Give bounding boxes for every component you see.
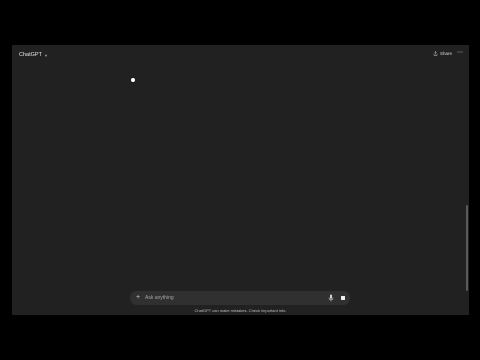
share-icon (433, 51, 438, 56)
model-name: ChatGPT (19, 52, 42, 58)
stop-button[interactable] (337, 292, 349, 304)
prompt-input[interactable] (145, 293, 315, 303)
more-horizontal-icon: ⋯ (457, 50, 464, 56)
stop-icon (341, 296, 345, 300)
disclaimer-text: ChatGPT can make mistakes. Check importa… (194, 308, 287, 313)
response-loading-indicator (131, 78, 135, 82)
share-label: Share (440, 51, 453, 56)
scrollbar-thumb[interactable] (466, 205, 468, 291)
microphone-icon[interactable] (328, 294, 334, 302)
more-options-button[interactable]: ⋯ (457, 50, 464, 56)
top-bar: ChatGPT ▼ Share ⋯ (12, 45, 469, 67)
chat-window: ChatGPT ▼ Share ⋯ + ChatGPT can make mis… (12, 45, 469, 315)
share-button[interactable]: Share (433, 51, 452, 56)
plus-icon[interactable]: + (136, 293, 140, 303)
model-selector[interactable]: ChatGPT ▼ (19, 52, 48, 58)
composer: + (130, 291, 350, 305)
chevron-down-icon: ▼ (43, 52, 48, 58)
